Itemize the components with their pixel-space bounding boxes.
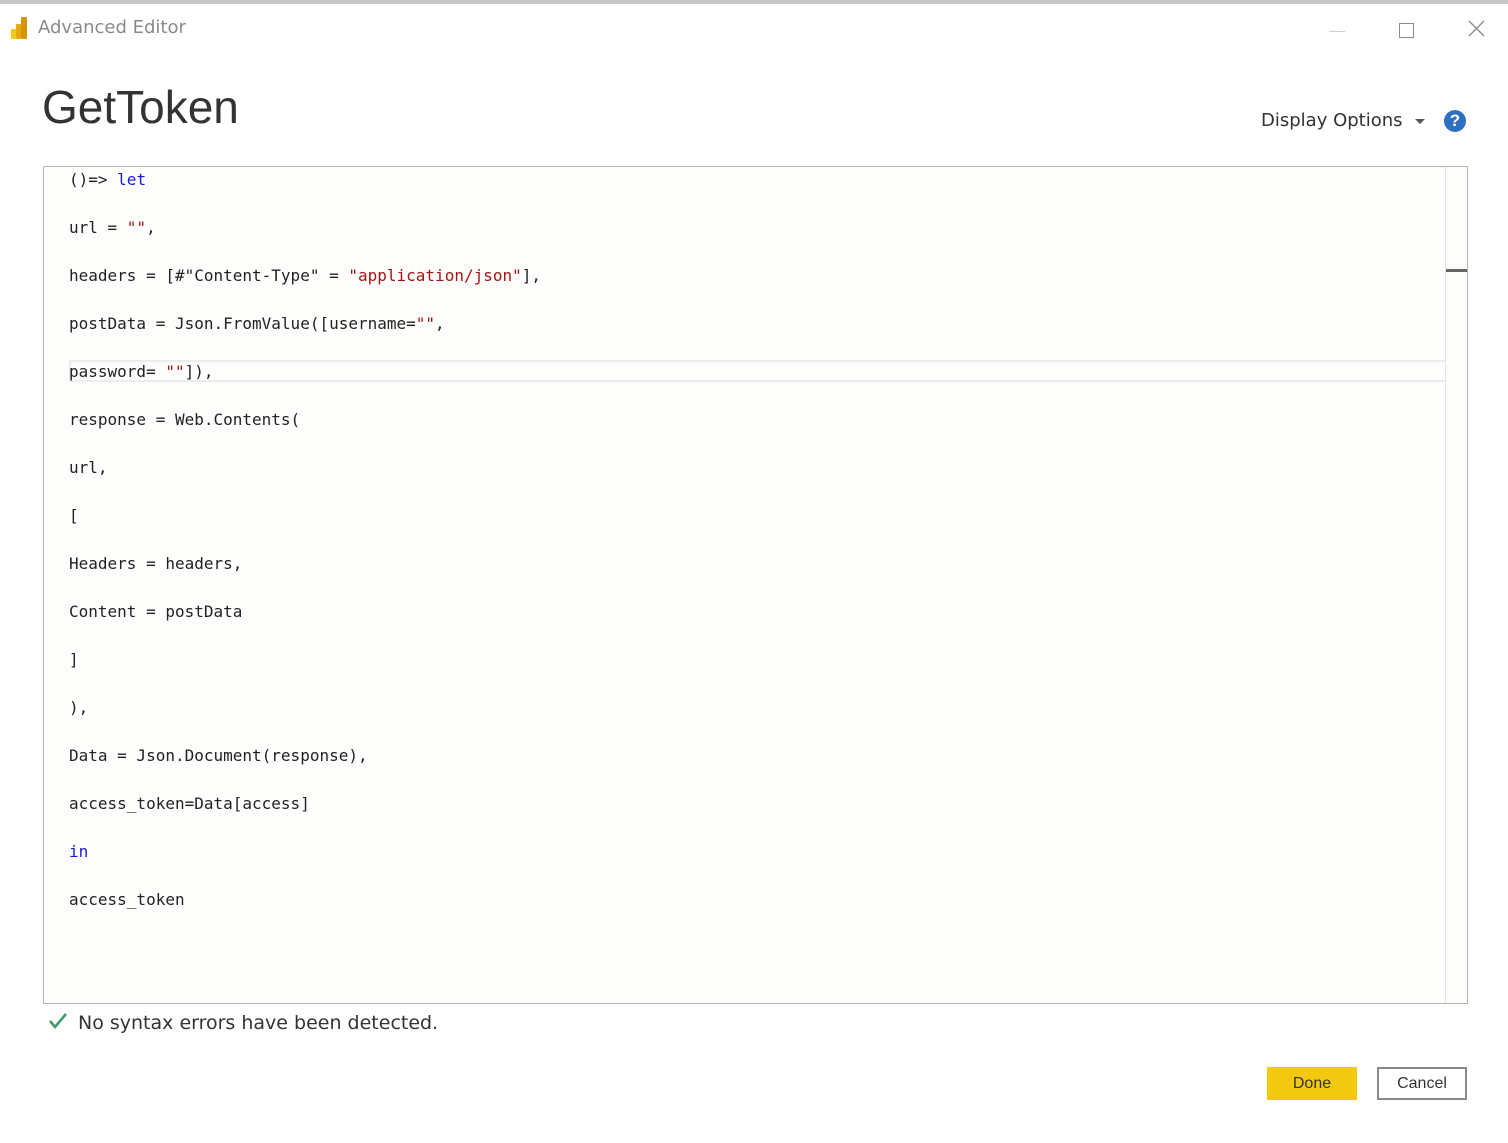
code-editor[interactable]: ()=> let url = "", headers = [#"Content-Ty… (43, 166, 1468, 1004)
code-text: Headers = headers, (69, 554, 243, 573)
code-line[interactable]: postData = Json.FromValue([username="", (69, 313, 445, 335)
code-line[interactable]: Content = postData (69, 601, 242, 623)
display-options-label: Display Options (1261, 110, 1403, 131)
code-text: headers = [#"Content-Type" = (69, 266, 349, 285)
code-keyword: let (117, 170, 147, 189)
code-line[interactable]: ()=> let (69, 169, 146, 191)
cancel-button[interactable]: Cancel (1377, 1067, 1467, 1100)
code-text: url, (69, 458, 108, 477)
title-bar: Advanced Editor (0, 4, 1508, 52)
minimize-button[interactable] (1317, 12, 1357, 48)
minimize-icon (1329, 30, 1345, 32)
code-line[interactable]: [ (69, 505, 79, 527)
code-line[interactable]: in (69, 841, 88, 863)
code-line[interactable]: Headers = headers, (69, 553, 242, 575)
code-text: , (435, 314, 445, 333)
code-line[interactable]: headers = [#"Content-Type" = "applicatio… (69, 265, 541, 287)
code-text: ] (69, 650, 79, 669)
status-message: No syntax errors have been detected. (78, 1012, 439, 1034)
code-line[interactable]: url = "", (69, 217, 156, 239)
code-line[interactable]: ] (69, 649, 79, 671)
code-string: "" (126, 218, 147, 237)
code-text: Content = postData (69, 602, 243, 621)
code-string: "" (415, 314, 436, 333)
code-text: ()=> (69, 170, 118, 189)
code-keyword: in (69, 842, 89, 861)
code-text: ), (69, 698, 89, 717)
help-button[interactable]: ? (1444, 110, 1466, 132)
code-text: password= (69, 362, 166, 381)
query-name-title: GetToken (42, 81, 239, 133)
scroll-thumb[interactable] (1446, 269, 1467, 272)
maximize-icon (1398, 22, 1414, 38)
code-text: ]), (184, 362, 214, 381)
close-button[interactable] (1456, 12, 1496, 48)
code-text: access_token=Data[access] (69, 794, 310, 813)
code-line[interactable]: access_token (69, 889, 185, 911)
vertical-scrollbar[interactable] (1445, 167, 1467, 1003)
window-title: Advanced Editor (38, 17, 186, 38)
code-text: response = Web.Contents( (69, 410, 301, 429)
current-line-highlight (69, 360, 1464, 382)
close-icon (1468, 20, 1485, 41)
code-line[interactable]: Data = Json.Document(response), (69, 745, 368, 767)
code-string: "application/json" (348, 266, 522, 285)
code-text: postData = Json.FromValue([username= (69, 314, 416, 333)
code-line[interactable]: password= ""]), (69, 361, 214, 383)
code-text: url = (69, 218, 127, 237)
maximize-button[interactable] (1386, 12, 1426, 48)
code-line[interactable]: url, (69, 457, 108, 479)
checkmark-icon (48, 1012, 68, 1034)
code-text: Data = Json.Document(response), (69, 746, 368, 765)
code-line[interactable]: access_token=Data[access] (69, 793, 310, 815)
chevron-down-icon (1414, 119, 1425, 124)
help-icon: ? (1449, 111, 1461, 130)
code-text: , (146, 218, 156, 237)
done-button[interactable]: Done (1267, 1067, 1357, 1100)
code-text: access_token (69, 890, 185, 909)
power-bi-logo-icon (11, 17, 31, 39)
display-options-dropdown[interactable]: Display Options (1261, 110, 1425, 131)
syntax-status: No syntax errors have been detected. (48, 1012, 438, 1034)
code-line[interactable]: response = Web.Contents( (69, 409, 300, 431)
code-string: "" (165, 362, 185, 381)
code-text: [ (69, 506, 79, 525)
code-text: ], (521, 266, 542, 285)
code-line[interactable]: ), (69, 697, 88, 719)
